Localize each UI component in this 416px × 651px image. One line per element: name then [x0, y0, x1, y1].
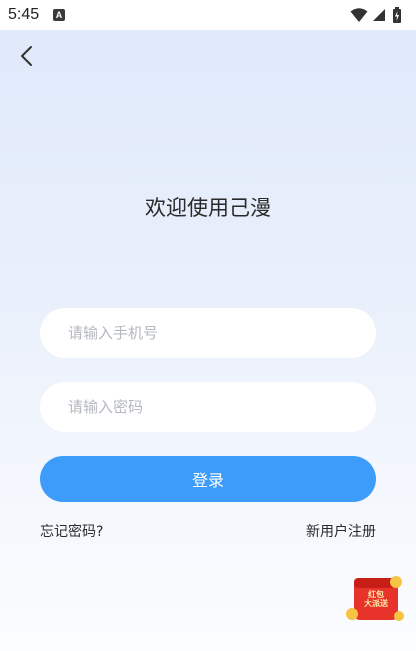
battery-icon	[393, 7, 401, 23]
red-packet-line1: 红包	[368, 590, 384, 599]
login-button[interactable]: 登录	[40, 456, 376, 502]
forgot-password-link[interactable]: 忘记密码?	[40, 521, 103, 541]
password-input-wrapper	[40, 382, 376, 432]
wifi-icon	[350, 8, 368, 22]
signal-icon	[373, 9, 385, 21]
chevron-left-icon	[21, 46, 32, 66]
notification-a-icon: A	[53, 9, 65, 21]
status-time: 5:45	[8, 6, 40, 23]
notification-a-letter: A	[55, 10, 63, 20]
status-icons	[350, 7, 410, 23]
register-link[interactable]: 新用户注册	[306, 521, 376, 541]
back-button[interactable]	[14, 42, 42, 70]
red-packet-button[interactable]: 红包 大派送	[344, 570, 406, 628]
page-title: 欢迎使用己漫	[145, 196, 271, 220]
status-bar: 5:45 A	[0, 0, 416, 30]
red-packet-line2: 大派送	[364, 599, 388, 608]
phone-input[interactable]	[40, 308, 376, 358]
password-input[interactable]	[40, 382, 376, 432]
phone-input-wrapper	[40, 308, 376, 358]
red-packet-label: 红包 大派送	[356, 590, 396, 608]
